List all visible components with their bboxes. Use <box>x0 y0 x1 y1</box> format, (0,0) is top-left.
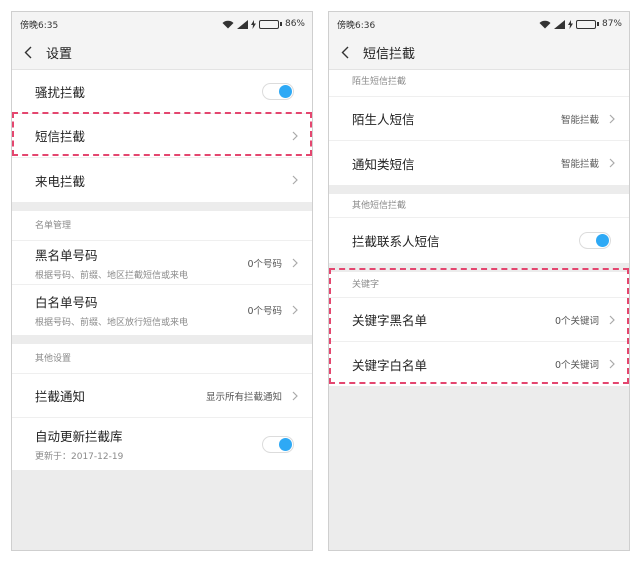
wifi-icon <box>539 20 551 28</box>
page-title: 设置 <box>46 47 73 62</box>
chevron-right-icon <box>292 391 298 401</box>
section-header-stranger-sms: 陌生短信拦截 <box>329 70 629 97</box>
row-label: 通知类短信 <box>352 156 415 172</box>
row-label: 短信拦截 <box>35 129 86 144</box>
wifi-icon <box>222 20 234 28</box>
stranger-sms-row[interactable]: 陌生人短信 智能拦截 <box>329 97 629 141</box>
row-value: 显示所有拦截通知 <box>205 391 282 403</box>
row-label: 来电拦截 <box>35 173 86 189</box>
row-value: 智能拦截 <box>560 114 599 126</box>
harass-intercept-toggle[interactable] <box>262 83 294 100</box>
battery-percent: 87% <box>601 19 622 29</box>
status-icons: 86% <box>222 19 305 29</box>
title-bar: 短信拦截 <box>329 36 629 70</box>
row-value: 0个号码 <box>247 306 282 317</box>
status-bar: 傍晚6:36 87% <box>329 12 629 36</box>
settings-screen: 傍晚6:35 86% 设置 骚扰拦截 短信拦截 来电拦截 名单管理 黑名单号码 … <box>11 11 313 551</box>
page-title: 短信拦截 <box>363 47 416 62</box>
row-label: 黑名单号码 <box>35 247 98 263</box>
status-time: 傍晚6:36 <box>337 20 376 31</box>
row-label: 自动更新拦截库 <box>35 429 123 444</box>
title-bar: 设置 <box>12 36 312 70</box>
keyword-blacklist-row[interactable]: 关键字黑名单 0个关键词 <box>329 298 629 342</box>
battery-icon <box>575 19 599 29</box>
chevron-right-icon <box>292 131 298 141</box>
row-label: 拦截通知 <box>35 389 86 404</box>
chevron-right-icon <box>609 158 615 168</box>
sms-intercept-screen: 傍晚6:36 87% 短信拦截 陌生短信拦截 陌生人短信 智能拦截 通知类短信 <box>328 11 630 551</box>
row-value: 0个关键词 <box>554 315 599 327</box>
contact-sms-toggle[interactable] <box>579 232 611 249</box>
battery-icon <box>258 19 282 29</box>
notice-sms-row[interactable]: 通知类短信 智能拦截 <box>329 141 629 185</box>
row-value: 0个关键词 <box>554 360 599 371</box>
status-time: 傍晚6:35 <box>20 20 59 31</box>
charging-icon <box>250 19 256 29</box>
status-icons: 87% <box>539 19 622 29</box>
chevron-right-icon <box>609 315 615 325</box>
row-value: 智能拦截 <box>560 159 599 170</box>
row-label: 白名单号码 <box>35 295 98 310</box>
signal-icon <box>553 19 565 29</box>
harass-intercept-row[interactable]: 骚扰拦截 <box>12 70 312 114</box>
keyword-whitelist-row[interactable]: 关键字白名单 0个关键词 <box>329 342 629 386</box>
row-description: 更新于：2017-12-19 <box>35 452 124 462</box>
call-intercept-row[interactable]: 来电拦截 <box>12 158 312 202</box>
whitelist-row[interactable]: 白名单号码 根据号码、前缀、地区放行短信或来电 0个号码 <box>12 285 312 335</box>
status-bar: 傍晚6:35 86% <box>12 12 312 36</box>
row-label: 关键字白名单 <box>352 357 428 373</box>
chevron-right-icon <box>292 175 298 185</box>
battery-percent: 86% <box>284 19 305 29</box>
row-description: 根据号码、前缀、地区拦截短信或来电 <box>35 270 189 281</box>
auto-update-row[interactable]: 自动更新拦截库 更新于：2017-12-19 <box>12 418 312 470</box>
section-header-other-settings: 其他设置 <box>12 344 312 374</box>
chevron-right-icon <box>609 359 615 369</box>
signal-icon <box>236 19 248 29</box>
row-description: 根据号码、前缀、地区放行短信或来电 <box>35 318 189 328</box>
sms-intercept-row[interactable]: 短信拦截 <box>12 114 312 158</box>
section-header-keyword: 关键字 <box>329 272 629 298</box>
row-label: 关键字黑名单 <box>352 313 428 328</box>
back-arrow-icon[interactable] <box>341 46 351 60</box>
auto-update-toggle[interactable] <box>262 435 294 453</box>
blacklist-row[interactable]: 黑名单号码 根据号码、前缀、地区拦截短信或来电 0个号码 <box>12 241 312 285</box>
row-label: 拦截联系人短信 <box>352 234 440 249</box>
row-value: 0个号码 <box>247 258 282 270</box>
row-label: 骚扰拦截 <box>35 85 86 100</box>
charging-icon <box>567 19 573 29</box>
chevron-right-icon <box>609 114 615 124</box>
contact-sms-row[interactable]: 拦截联系人短信 <box>329 218 629 263</box>
chevron-right-icon <box>292 258 298 268</box>
back-arrow-icon[interactable] <box>24 46 34 60</box>
row-label: 陌生人短信 <box>352 112 415 127</box>
section-header-other-sms: 其他短信拦截 <box>329 194 629 218</box>
intercept-notification-row[interactable]: 拦截通知 显示所有拦截通知 <box>12 374 312 418</box>
chevron-right-icon <box>292 305 298 315</box>
section-header-list-management: 名单管理 <box>12 211 312 241</box>
